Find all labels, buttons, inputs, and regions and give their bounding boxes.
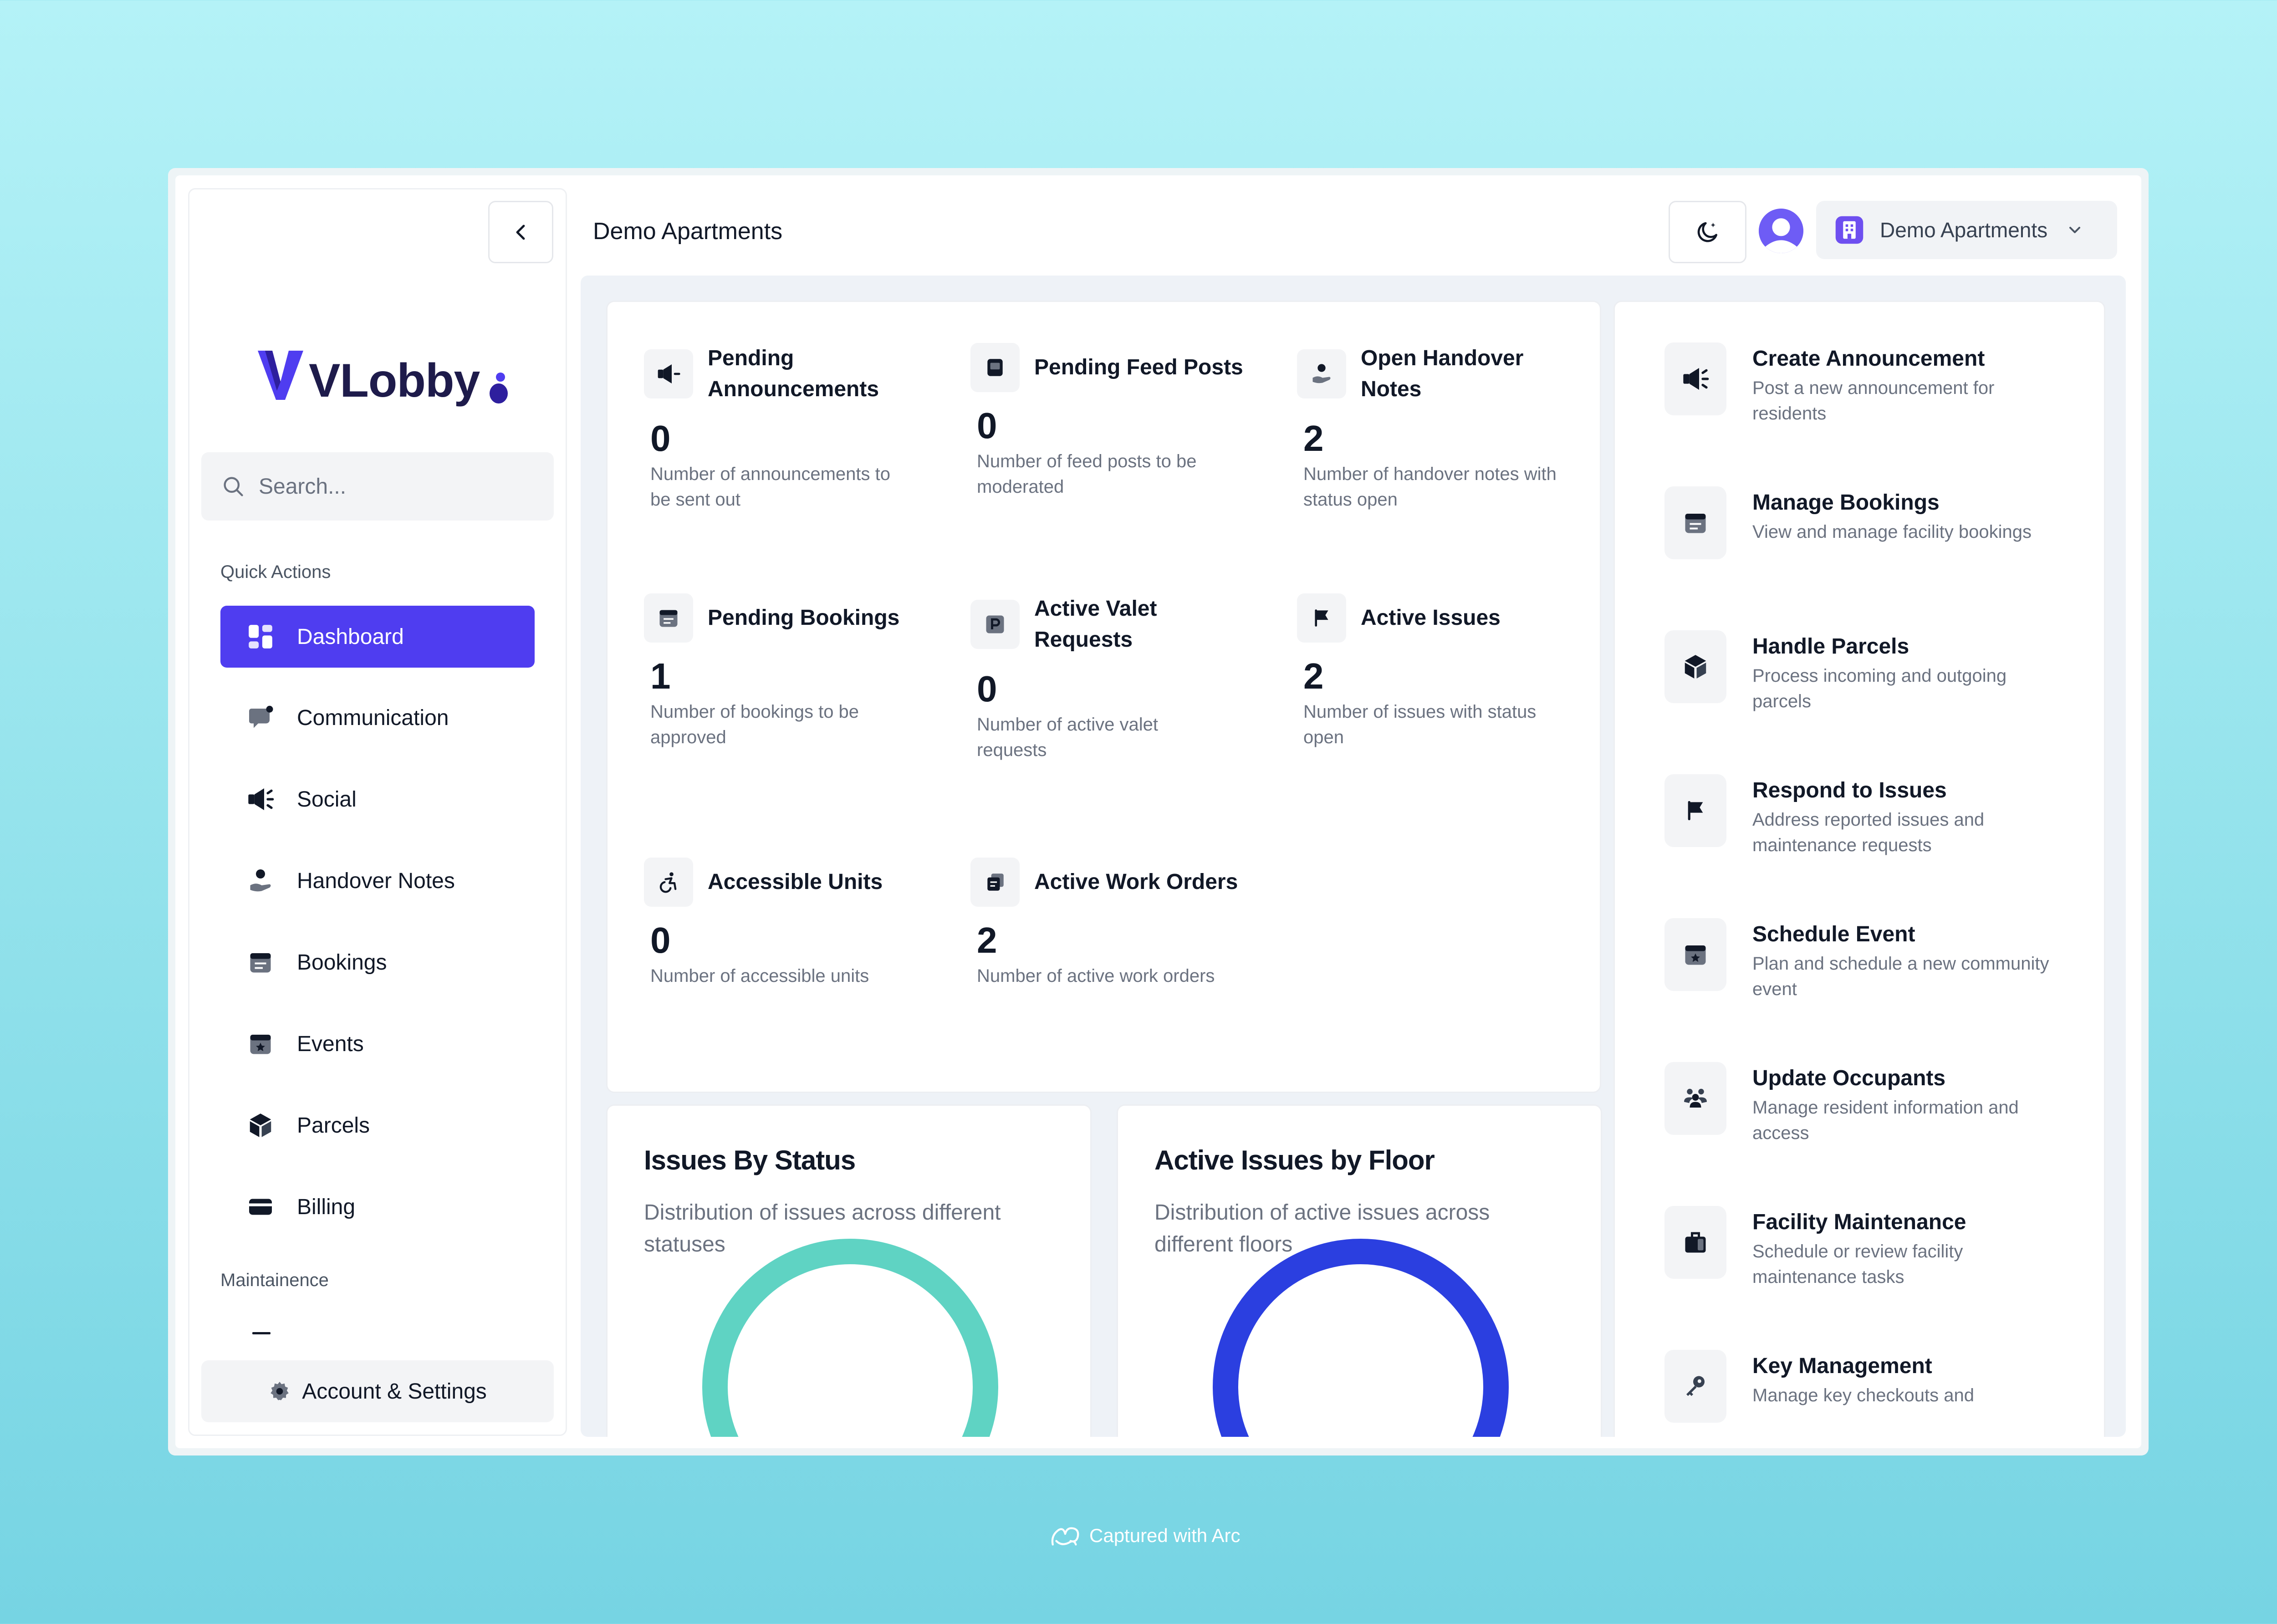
key-icon [1664, 1350, 1726, 1423]
calendar-list-icon [1664, 486, 1726, 559]
action-title: Schedule Event [1752, 922, 1915, 946]
action-title: Facility Maintenance [1752, 1210, 1966, 1234]
action-description: Plan and schedule a new community event [1752, 954, 2049, 999]
megaphone-icon [1664, 342, 1726, 415]
action-description: Manage key checkouts and [1752, 1385, 1974, 1405]
action-title: Manage Bookings [1752, 490, 1940, 515]
box-icon [1664, 630, 1726, 703]
capture-watermark: Captured with Arc [1047, 1521, 1241, 1550]
action-description: Manage resident information and access [1752, 1098, 2019, 1143]
action-respond-to-issues[interactable]: Respond to Issues Address reported issue… [1664, 774, 2074, 865]
action-key-management[interactable]: Key Management Manage key checkouts and [1664, 1350, 2074, 1423]
people-icon [1664, 1062, 1726, 1135]
action-description: Schedule or review facility maintenance … [1752, 1241, 1963, 1287]
flag-icon [1664, 774, 1726, 847]
action-description: View and manage facility bookings [1752, 522, 2032, 542]
action-description: Post a new announcement for residents [1752, 378, 1995, 424]
action-title: Handle Parcels [1752, 634, 1909, 659]
action-facility-maintenance[interactable]: Facility Maintenance Schedule or review … [1664, 1206, 2074, 1297]
action-description: Address reported issues and maintenance … [1752, 810, 1985, 855]
arc-logo-icon [1051, 1527, 1079, 1546]
toolbox-icon [1664, 1206, 1726, 1279]
action-title: Respond to Issues [1752, 778, 1947, 802]
action-handle-parcels[interactable]: Handle Parcels Process incoming and outg… [1664, 630, 2074, 721]
action-title: Key Management [1752, 1354, 1932, 1378]
action-schedule-event[interactable]: Schedule Event Plan and schedule a new c… [1664, 918, 2074, 1009]
action-update-occupants[interactable]: Update Occupants Manage resident informa… [1664, 1062, 2074, 1153]
action-title: Create Announcement [1752, 347, 1985, 371]
action-title: Update Occupants [1752, 1066, 1946, 1090]
action-manage-bookings[interactable]: Manage Bookings View and manage facility… [1664, 486, 2074, 577]
capture-label: Captured with Arc [1089, 1525, 1241, 1546]
action-description: Process incoming and outgoing parcels [1752, 666, 2007, 711]
action-list: Create Announcement Post a new announcem… [0, 0, 2277, 1423]
calendar-star-icon [1664, 918, 1726, 991]
action-create-announcement[interactable]: Create Announcement Post a new announcem… [1664, 342, 2074, 434]
